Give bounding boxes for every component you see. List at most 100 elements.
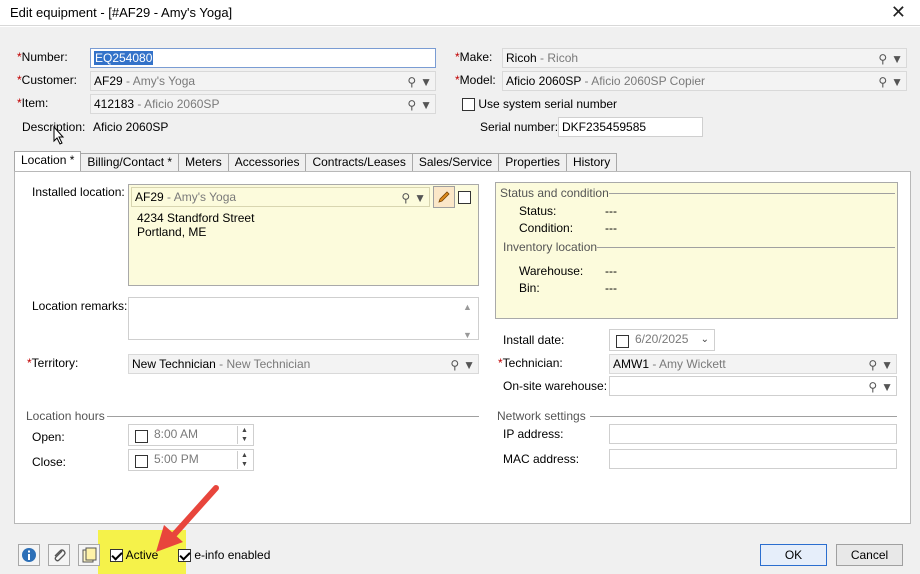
pencil-icon [438,191,450,203]
tab-accessories[interactable]: Accessories [228,153,307,172]
serial-number-label: Serial number: [480,120,559,134]
address-line2: Portland, ME [137,225,207,239]
status-label: Status: [519,204,557,218]
ip-address-field[interactable] [609,424,897,444]
spinner-icon[interactable]: ▲ ▼ [237,451,251,469]
territory-label: *Territory: [27,356,79,370]
info-icon [22,548,36,562]
customer-field[interactable]: AF29 - Amy's Yoga ⚲ ▼ [90,71,436,91]
info-button[interactable] [18,544,40,566]
status-condition-title: Status and condition [500,186,609,200]
condition-label: Condition: [519,221,574,235]
mac-address-label: MAC address: [503,452,580,466]
notes-button[interactable] [78,544,100,566]
warehouse-label: Warehouse: [519,264,584,278]
ok-button[interactable]: OK [760,544,827,566]
cancel-button[interactable]: Cancel [836,544,903,566]
group-divider [107,416,479,417]
tab-properties[interactable]: Properties [499,153,567,172]
serial-number-field[interactable]: DKF235459585 [558,117,703,137]
checkbox-icon[interactable] [462,98,475,112]
customer-label: *Customer: [17,73,78,87]
checkbox-icon[interactable] [616,334,629,348]
dropdown-menu-icon[interactable]: ▼ [420,96,432,113]
open-label: Open: [32,430,65,444]
tab-meters[interactable]: Meters [179,153,229,172]
dropdown-menu-icon[interactable]: ▼ [891,50,903,67]
notes-icon [82,547,97,563]
installed-location-field[interactable]: AF29 - Amy's Yoga ⚲ ▼ [131,187,430,207]
model-field[interactable]: Aficio 2060SP - Aficio 2060SP Copier ⚲ ▼ [502,71,907,91]
search-icon[interactable]: ⚲ [868,378,877,395]
use-system-serial-checkbox[interactable]: Use system serial number [462,97,617,112]
search-icon[interactable]: ⚲ [401,189,410,206]
checkbox-icon[interactable] [135,454,148,468]
onsite-warehouse-label: On-site warehouse: [503,379,608,393]
tab-location[interactable]: Location * [14,151,82,172]
location-remarks-label: Location remarks: [32,299,128,313]
mouse-cursor-icon [53,126,65,145]
install-date-picker[interactable]: 6/20/2025 ⌄ [609,329,715,351]
dropdown-menu-icon[interactable]: ▼ [881,378,893,395]
network-settings-title: Network settings [497,409,586,423]
make-label: *Make: [455,50,493,64]
status-value: --- [605,204,617,218]
search-icon[interactable]: ⚲ [407,96,416,113]
bin-value: --- [605,281,617,295]
group-divider [590,416,897,417]
item-field[interactable]: 412183 - Aficio 2060SP ⚲ ▼ [90,94,436,114]
search-icon[interactable]: ⚲ [868,356,877,373]
dropdown-menu-icon[interactable]: ▼ [414,189,426,206]
group-divider [597,247,895,248]
window-title: Edit equipment - [#AF29 - Amy's Yoga] [10,5,233,20]
annotation-arrow [156,485,219,552]
inventory-location-title: Inventory location [503,240,598,254]
edit-location-button[interactable] [433,186,455,208]
item-label: *Item: [17,96,49,110]
dropdown-menu-icon[interactable]: ▼ [463,356,475,373]
attachments-button[interactable] [48,544,70,566]
make-field[interactable]: Ricoh - Ricoh ⚲ ▼ [502,48,907,68]
dropdown-menu-icon[interactable]: ▼ [891,73,903,90]
location-checkbox[interactable] [458,190,471,205]
search-icon[interactable]: ⚲ [407,73,416,90]
installed-location-label: Installed location: [32,185,125,199]
checkbox-icon[interactable] [110,549,123,563]
scroll-arrows-icon[interactable]: ▲ ▼ [463,300,472,342]
title-bar: Edit equipment - [#AF29 - Amy's Yoga] ✕ [0,0,920,26]
warehouse-value: --- [605,264,617,278]
tab-strip: Location * Billing/Contact * Meters Acce… [14,151,618,172]
search-icon[interactable]: ⚲ [878,50,887,67]
group-divider [609,193,895,194]
tab-history[interactable]: History [566,153,618,172]
number-field[interactable]: EQ254080 [90,48,436,68]
technician-field[interactable]: AMW1 - Amy Wickett ⚲ ▼ [609,354,897,374]
checkbox-icon[interactable] [458,191,471,205]
open-time-field[interactable]: 8:00 AM ▲ ▼ [128,424,254,446]
bin-label: Bin: [519,281,540,295]
dropdown-menu-icon[interactable]: ▼ [420,73,432,90]
address-line1: 4234 Standford Street [137,211,255,225]
number-label: *Number: [17,50,68,64]
chevron-down-icon[interactable]: ⌄ [701,331,709,349]
tab-billing-contact[interactable]: Billing/Contact * [81,153,180,172]
mac-address-field[interactable] [609,449,897,469]
technician-label: *Technician: [498,356,563,370]
tab-contracts-leases[interactable]: Contracts/Leases [306,153,413,172]
checkbox-icon[interactable] [135,429,148,443]
close-time-field[interactable]: 5:00 PM ▲ ▼ [128,449,254,471]
condition-value: --- [605,221,617,235]
search-icon[interactable]: ⚲ [450,356,459,373]
onsite-warehouse-field[interactable]: ⚲ ▼ [609,376,897,396]
search-icon[interactable]: ⚲ [878,73,887,90]
location-hours-title: Location hours [26,409,105,423]
close-icon[interactable]: ✕ [891,3,906,21]
paperclip-icon [54,549,66,562]
description-value: Aficio 2060SP [93,120,169,134]
tab-sales-service[interactable]: Sales/Service [412,153,500,172]
location-remarks-textarea[interactable] [128,297,479,340]
territory-field[interactable]: New Technician - New Technician ⚲ ▼ [128,354,479,374]
ip-address-label: IP address: [503,427,564,441]
dropdown-menu-icon[interactable]: ▼ [881,356,893,373]
spinner-icon[interactable]: ▲ ▼ [237,426,251,444]
